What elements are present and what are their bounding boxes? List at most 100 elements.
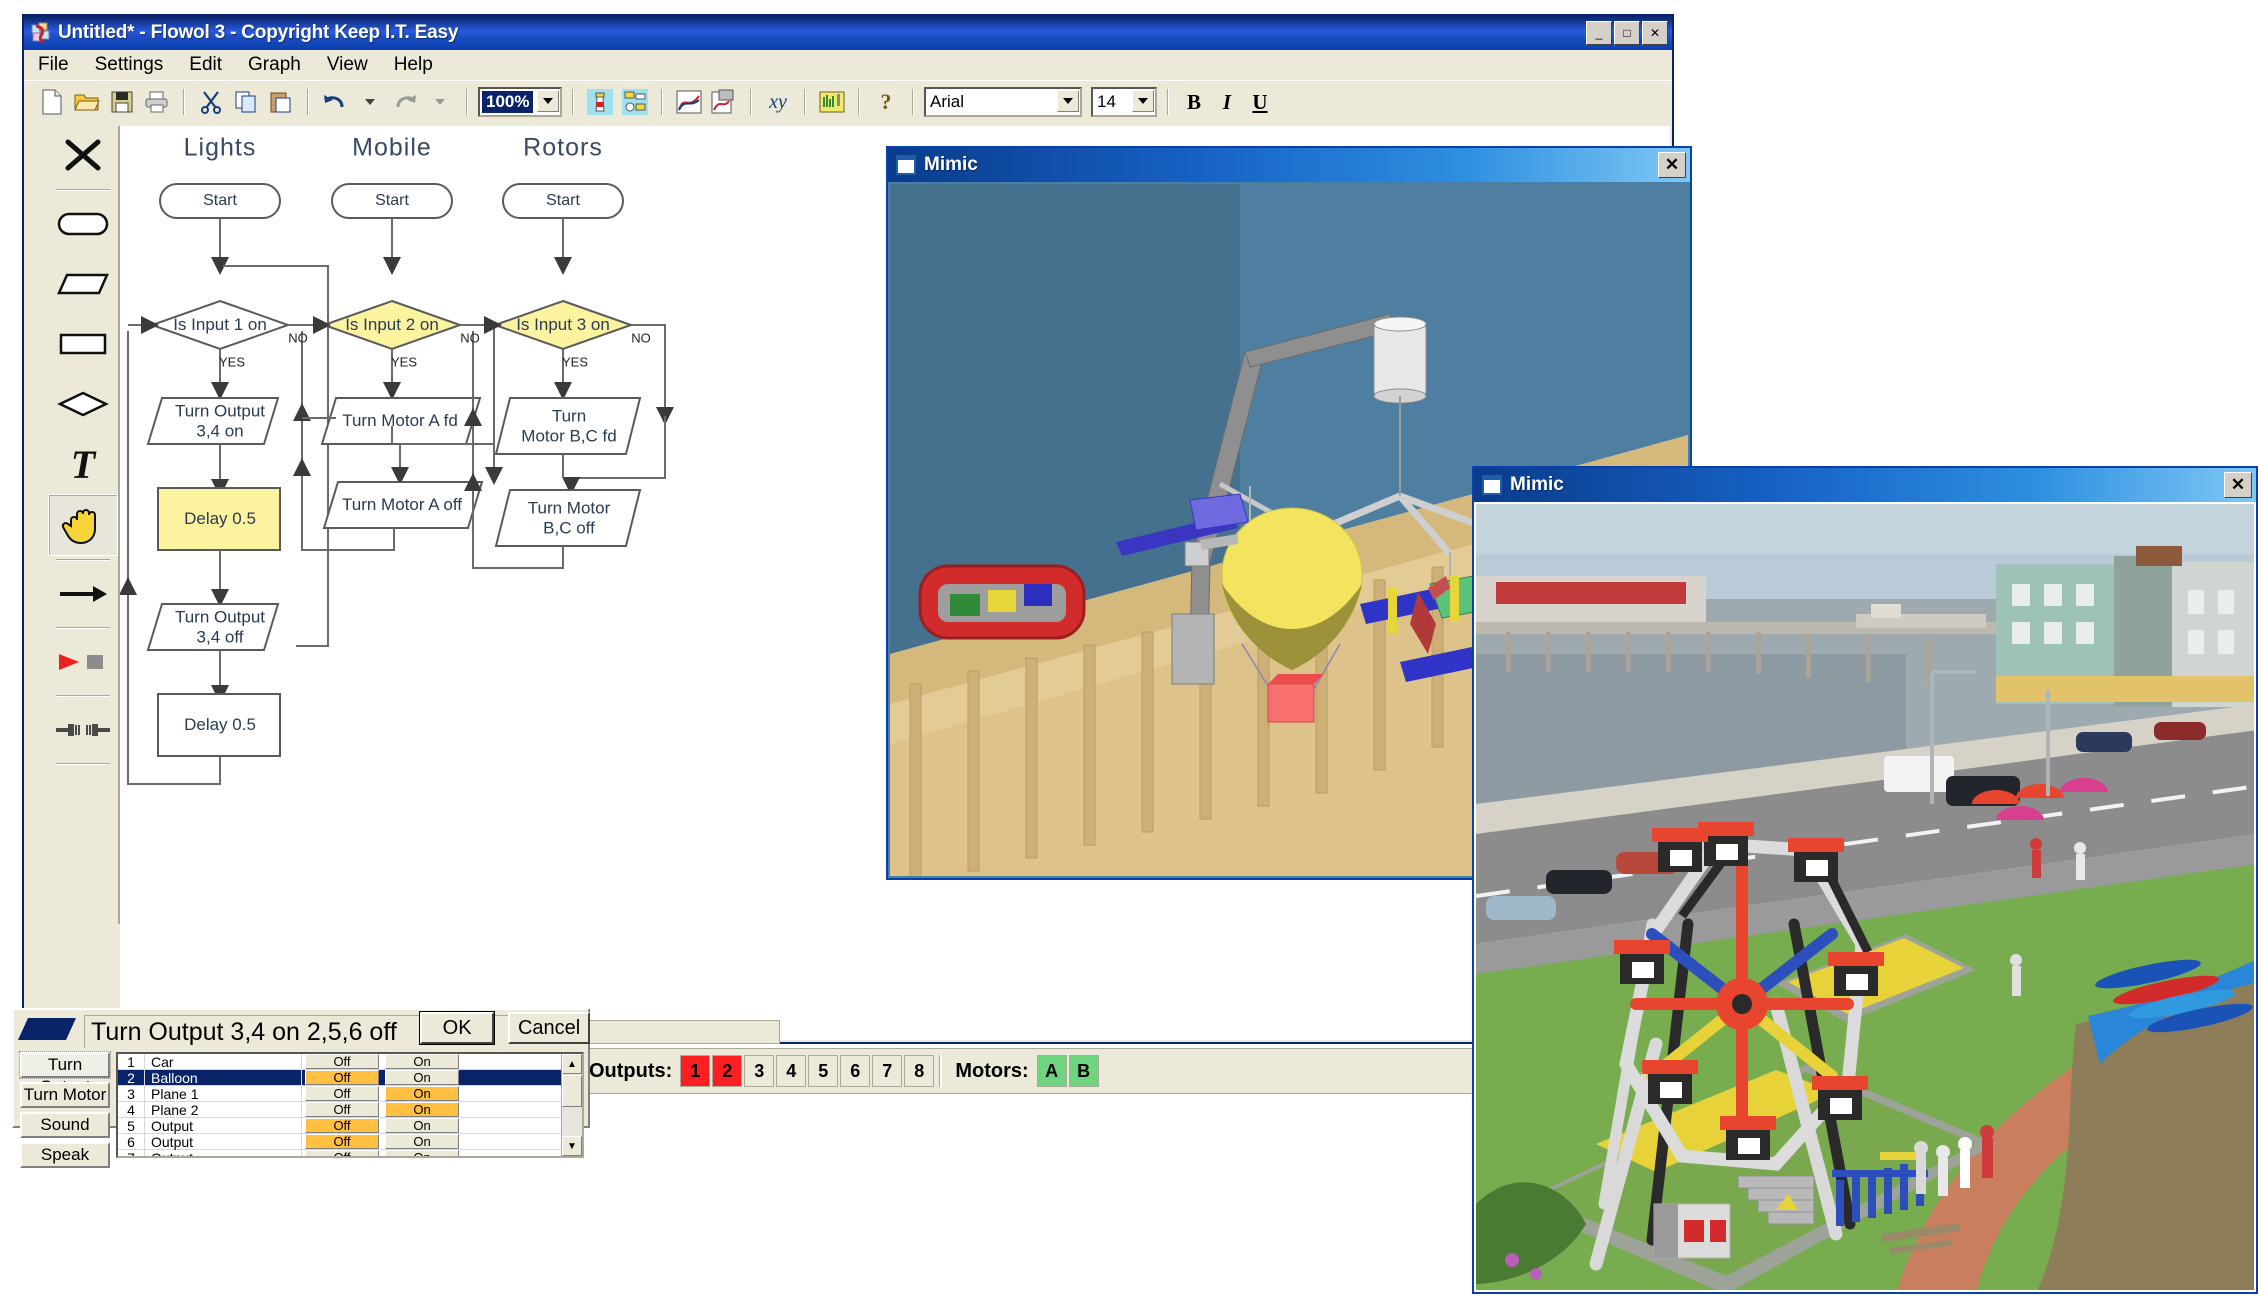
- scroll-up-button[interactable]: ▲: [562, 1054, 582, 1074]
- output-indicator-2[interactable]: 2: [712, 1055, 743, 1087]
- scroll-down-button[interactable]: ▼: [562, 1136, 582, 1156]
- category-button-sound[interactable]: Sound: [20, 1112, 110, 1138]
- menu-view[interactable]: View: [327, 54, 368, 76]
- chevron-down-icon[interactable]: [1057, 90, 1079, 112]
- row-on-button[interactable]: On: [385, 1054, 459, 1069]
- row-device-name: Output: [145, 1117, 302, 1134]
- mimic2-scene[interactable]: [1476, 504, 2254, 1290]
- output-indicator-1[interactable]: 1: [680, 1055, 711, 1087]
- output-list[interactable]: 1 Car Off On 2 Balloon Off On 3 Plane 1 Off On 4 Plan…: [116, 1052, 584, 1158]
- scroll-thumb[interactable]: [562, 1075, 582, 1107]
- row-on-button[interactable]: On: [385, 1134, 459, 1149]
- mimic1-close-button[interactable]: ✕: [1658, 152, 1686, 178]
- open-folder-icon[interactable]: [71, 86, 103, 118]
- help-question-icon[interactable]: ?: [870, 86, 902, 118]
- undo-dropdown-icon[interactable]: [354, 86, 386, 118]
- maximize-button[interactable]: □: [1614, 21, 1640, 45]
- graph-report-icon[interactable]: [708, 86, 740, 118]
- underline-button[interactable]: U: [1245, 88, 1275, 116]
- row-off-button[interactable]: Off: [305, 1070, 379, 1085]
- ok-button[interactable]: OK: [418, 1011, 496, 1045]
- row-number: 5: [118, 1117, 145, 1134]
- row-off-button[interactable]: Off: [305, 1118, 379, 1133]
- data-logger-icon[interactable]: [816, 86, 848, 118]
- xy-plot-icon[interactable]: xy: [762, 86, 794, 118]
- redo-icon[interactable]: [389, 86, 421, 118]
- menu-edit[interactable]: Edit: [189, 54, 222, 76]
- dialog-body: Turn OutputTurn MotorSoundSpeak 1CarOffO…: [14, 1048, 588, 1168]
- diamond-shape-icon[interactable]: [48, 374, 118, 434]
- copy-icon[interactable]: [230, 86, 262, 118]
- motor-indicator-B[interactable]: B: [1068, 1055, 1099, 1087]
- chevron-down-icon[interactable]: [537, 90, 559, 112]
- row-on-button[interactable]: On: [385, 1102, 459, 1117]
- list-scrollbar[interactable]: ▲ ▼: [561, 1054, 582, 1156]
- table-row[interactable]: 4 Plane 2 Off On: [118, 1101, 582, 1118]
- graph-icon[interactable]: [673, 86, 705, 118]
- pointer-delete-icon[interactable]: [48, 126, 118, 186]
- table-row[interactable]: 3 Plane 1 Off On: [118, 1085, 582, 1102]
- row-on-button[interactable]: On: [385, 1086, 459, 1101]
- terminal-shape-icon[interactable]: [48, 194, 118, 254]
- output-indicator-5[interactable]: 5: [808, 1055, 839, 1087]
- bold-button[interactable]: B: [1179, 88, 1209, 116]
- font-size-combo[interactable]: 14: [1091, 87, 1157, 117]
- row-off-button[interactable]: Off: [305, 1134, 379, 1149]
- redo-dropdown-icon[interactable]: [424, 86, 456, 118]
- new-document-icon[interactable]: [36, 86, 68, 118]
- mimic-edit-icon[interactable]: [619, 86, 651, 118]
- dialog-shape-icon: [18, 1016, 78, 1047]
- italic-button[interactable]: I: [1212, 88, 1242, 116]
- row-off-button[interactable]: Off: [305, 1102, 379, 1117]
- category-button-turn-motor[interactable]: Turn Motor: [20, 1082, 110, 1108]
- chevron-down-icon[interactable]: [1132, 90, 1154, 112]
- plug-connect-icon[interactable]: [48, 700, 118, 760]
- zoom-combo[interactable]: 100%: [478, 87, 562, 117]
- menu-graph[interactable]: Graph: [248, 54, 301, 76]
- motors-indicator-group: AB: [1036, 1055, 1101, 1087]
- row-off-button[interactable]: Off: [305, 1086, 379, 1101]
- output-indicator-4[interactable]: 4: [776, 1055, 807, 1087]
- text-tool-icon[interactable]: T: [48, 434, 118, 494]
- close-button[interactable]: ✕: [1642, 21, 1668, 45]
- row-off-button[interactable]: Off: [305, 1150, 379, 1156]
- toolbar-separator: [804, 89, 806, 115]
- hand-pan-icon[interactable]: [48, 494, 118, 556]
- output-indicator-8[interactable]: 8: [904, 1055, 935, 1087]
- row-on-button[interactable]: On: [385, 1150, 459, 1156]
- cut-scissors-icon[interactable]: [195, 86, 227, 118]
- menu-file[interactable]: File: [38, 54, 69, 76]
- table-row[interactable]: 7 Output Off On: [118, 1149, 582, 1156]
- undo-icon[interactable]: [319, 86, 351, 118]
- category-button-speak[interactable]: Speak: [20, 1142, 110, 1168]
- output-indicator-7[interactable]: 7: [872, 1055, 903, 1087]
- paste-icon[interactable]: [265, 86, 297, 118]
- output-indicator-3[interactable]: 3: [744, 1055, 775, 1087]
- row-off-button[interactable]: Off: [305, 1054, 379, 1069]
- parallelogram-shape-icon[interactable]: [48, 254, 118, 314]
- rectangle-shape-icon[interactable]: [48, 314, 118, 374]
- table-row[interactable]: 6 Output Off On: [118, 1133, 582, 1150]
- menu-settings[interactable]: Settings: [95, 54, 164, 76]
- print-icon[interactable]: [141, 86, 173, 118]
- mimic-lighthouse-icon[interactable]: [584, 86, 616, 118]
- row-on-button[interactable]: On: [385, 1118, 459, 1133]
- run-stop-icon[interactable]: [48, 632, 118, 692]
- toolbar-separator: [466, 89, 468, 115]
- table-row[interactable]: 1 Car Off On: [118, 1054, 582, 1070]
- font-name-combo[interactable]: Arial: [924, 87, 1082, 117]
- arrow-connector-icon[interactable]: [48, 564, 118, 624]
- menu-help[interactable]: Help: [394, 54, 433, 76]
- table-row[interactable]: 5 Output Off On: [118, 1117, 582, 1134]
- motor-indicator-A[interactable]: A: [1036, 1055, 1067, 1087]
- mimic2-close-button[interactable]: ✕: [2224, 472, 2252, 498]
- row-on-button[interactable]: On: [385, 1070, 459, 1085]
- category-button-turn-output[interactable]: Turn Output: [19, 1051, 111, 1096]
- minimize-button[interactable]: _: [1586, 21, 1612, 45]
- cancel-button[interactable]: Cancel: [508, 1012, 590, 1044]
- save-disk-icon[interactable]: [106, 86, 138, 118]
- palette-divider: [56, 189, 110, 191]
- table-row[interactable]: 2 Balloon Off On: [118, 1069, 582, 1086]
- output-indicator-6[interactable]: 6: [840, 1055, 871, 1087]
- toolbar-separator: [912, 89, 914, 115]
